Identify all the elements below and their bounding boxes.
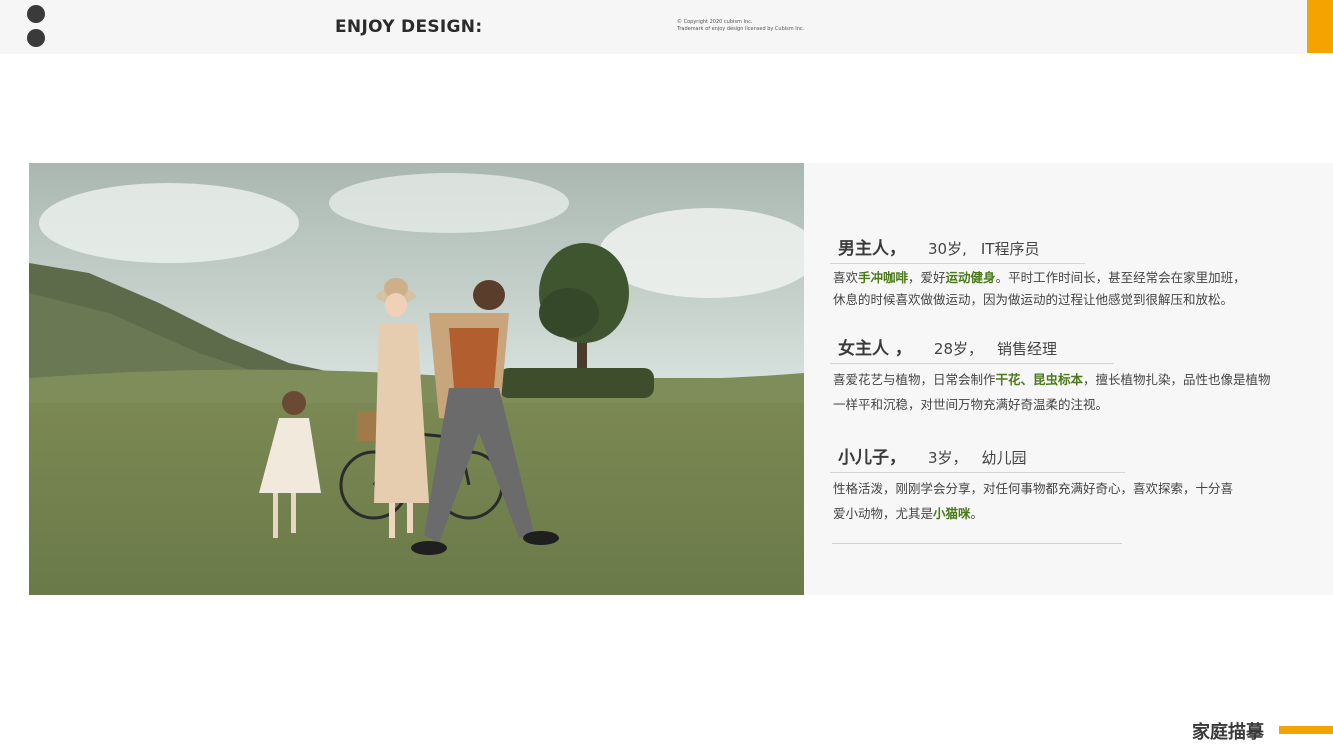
member-heading: 小儿子， 3岁， 幼儿园 (830, 443, 1125, 473)
copyright-text: © Copyright 2020 cubism Inc. Trademark o… (677, 19, 804, 33)
member-description: 喜欢手冲咖啡，爱好运动健身。平时工作时间长，甚至经常会在家里加班， 休息的时候喜… (830, 267, 1246, 311)
desc-highlight: 手冲咖啡 (858, 270, 909, 285)
description-line: 喜欢手冲咖啡，爱好运动健身。平时工作时间长，甚至经常会在家里加班， (833, 267, 1246, 289)
member-age: 3岁， (928, 449, 968, 467)
menu-dot-icon[interactable] (27, 5, 45, 23)
member-name: 女主人 ， (838, 339, 912, 359)
member-heading: 男主人， 30岁, IT程序员 (830, 234, 1085, 264)
family-photo-illustration (29, 163, 804, 595)
member-job: 销售经理 (997, 340, 1058, 358)
member-description: 性格活泼，刚刚学会分享，对任何事物都充满好奇心，喜欢探索，十分喜 爱小动物，尤其… (830, 476, 1234, 526)
member-job: IT程序员 (980, 240, 1040, 258)
member-name: 男主人， (838, 239, 906, 259)
desc-text: 爱小动物，尤其是 (833, 506, 934, 521)
member-name: 小儿子， (838, 448, 906, 468)
member-age: 30岁, (928, 240, 967, 258)
desc-text: ，爱好 (908, 270, 946, 285)
trademark-line: Trademark of enjoy design licensed by Cu… (677, 26, 805, 32)
divider (832, 543, 1122, 544)
desc-highlight: 干花、昆虫标本 (995, 372, 1084, 387)
member-father: 男主人， 30岁, IT程序员 喜欢手冲咖啡，爱好运动健身。平时工作时间长，甚至… (830, 234, 1246, 311)
desc-text: 。 (970, 506, 984, 521)
description-line: 爱小动物，尤其是小猫咪。 (833, 501, 1125, 526)
description-line: 喜爱花艺与植物，日常会制作干花、昆虫标本，擅长植物扎染，品性也像是植物 (833, 367, 1271, 392)
member-mother: 女主人 ， 28岁， 销售经理 喜爱花艺与植物，日常会制作干花、昆虫标本，擅长植… (830, 334, 1271, 417)
accent-tab (1307, 0, 1333, 53)
member-description: 喜爱花艺与植物，日常会制作干花、昆虫标本，擅长植物扎染，品性也像是植物 一样平和… (830, 367, 1271, 417)
description-line: 一样平和沉稳，对世间万物充满好奇温柔的注视。 (833, 397, 1109, 412)
desc-text: 喜爱花艺与植物，日常会制作 (833, 372, 996, 387)
family-photo (29, 163, 804, 595)
description-line: 性格活泼，刚刚学会分享，对任何事物都充满好奇心，喜欢探索，十分喜 (833, 481, 1234, 496)
copyright-line: © Copyright 2020 cubism Inc. (677, 19, 753, 25)
member-job: 幼儿园 (981, 449, 1027, 467)
desc-highlight: 运动健身 (945, 270, 996, 285)
member-son: 小儿子， 3岁， 幼儿园 性格活泼，刚刚学会分享，对任何事物都充满好奇心，喜欢探… (830, 443, 1234, 526)
member-age: 28岁， (933, 340, 984, 358)
description-line: 休息的时候喜欢做做运动，因为做运动的过程让他感觉到很解压和放松。 (833, 292, 1234, 307)
desc-highlight: 小猫咪 (933, 506, 971, 521)
desc-text: 。平时工作时间长，甚至经常会在家里加班， (995, 270, 1246, 285)
header-bar: ENJOY DESIGN: © Copyright 2020 cubism In… (0, 0, 1333, 54)
desc-text: 喜欢 (833, 270, 859, 285)
desc-text: ，擅长植物扎染，品性也像是植物 (1083, 372, 1271, 387)
brand-logo: ENJOY DESIGN: (335, 17, 483, 37)
section-title: 家庭描摹 (1192, 722, 1264, 743)
menu-dot-icon[interactable] (27, 29, 45, 47)
member-heading: 女主人 ， 28岁， 销售经理 (830, 334, 1114, 364)
accent-bar (1279, 726, 1333, 734)
